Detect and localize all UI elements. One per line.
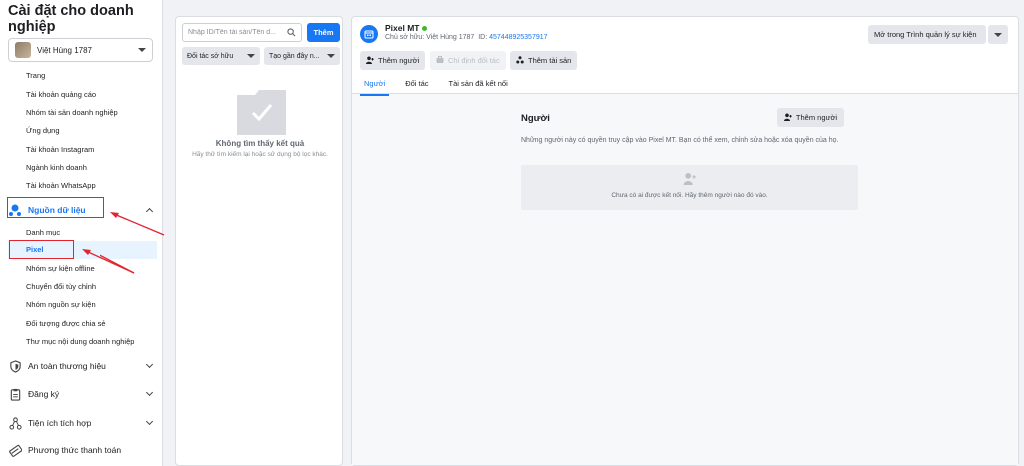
chevron-down-icon [145, 417, 154, 426]
empty-title: Không tìm thấy kết quả [215, 139, 305, 148]
filter-owner-label: Đối tác sở hữu [187, 52, 234, 60]
person-add-icon [783, 113, 792, 123]
caret-down-icon [138, 48, 146, 52]
add-assets-button[interactable]: Thêm tài sản [510, 51, 578, 70]
account-name: Việt Hùng 1787 [37, 45, 93, 55]
clipboard-icon [8, 387, 22, 401]
tab-divider [352, 93, 1018, 94]
search-icon [287, 24, 296, 42]
pixel-detail-panel: Pixel MT Chủ sở hữu: Việt Hùng 1787 ID: … [351, 16, 1019, 466]
sidebar-section-integrations[interactable]: Tiện ích tích hợp [8, 414, 156, 432]
payment-methods-label: Phương thức thanh toán [28, 445, 122, 455]
sidebar-item-business-content-folders[interactable]: Thư mục nội dung doanh nghiệp [26, 337, 134, 346]
open-events-manager-label: Mở trong Trình quản lý sự kiện [874, 30, 977, 39]
people-description: Những người này có quyền truy cập vào Pi… [521, 137, 839, 144]
empty-description: Hãy thử tìm kiếm lại hoặc sử dụng bộ lọc… [192, 151, 328, 158]
sidebar-item-shared-audiences[interactable]: Đối tượng được chia sẻ [26, 319, 106, 328]
add-people-label: Thêm người [378, 56, 420, 65]
annotation-box-data-sources [7, 197, 104, 218]
sidebar-item-instagram[interactable]: Tài khoản Instagram [26, 145, 94, 154]
filter-owner-dropdown[interactable]: Đối tác sở hữu [182, 47, 260, 65]
empty-folder-icon [237, 90, 286, 135]
pixel-id-label: ID: [478, 34, 488, 41]
registrations-label: Đăng ký [28, 389, 60, 399]
add-button[interactable]: Thêm [307, 23, 340, 42]
asset-list-panel: Nhập ID/Tên tài sản/Tên d... Thêm Đối tá… [175, 16, 343, 466]
chevron-down-icon [145, 388, 154, 397]
assign-partner-label: Chỉ định đối tác [448, 56, 500, 65]
search-input[interactable]: Nhập ID/Tên tài sản/Tên d... [182, 23, 302, 42]
add-assets-label: Thêm tài sản [528, 56, 572, 65]
avatar [15, 42, 31, 58]
pixel-name: Pixel MT [385, 23, 428, 33]
add-people-button[interactable]: Thêm người [360, 51, 426, 70]
filter-sort-dropdown[interactable]: Tạo gần đây n... [264, 47, 340, 65]
assets-icon [516, 55, 524, 66]
search-placeholder: Nhập ID/Tên tài sản/Tên d... [188, 29, 276, 36]
person-placeholder-icon [683, 173, 696, 185]
sidebar-section-payment-methods[interactable]: Phương thức thanh toán [8, 441, 156, 459]
people-section-title: Người [521, 113, 550, 124]
sidebar-item-event-source-groups[interactable]: Nhóm nguồn sự kiện [26, 300, 96, 309]
assign-partner-button[interactable]: Chỉ định đối tác [430, 51, 506, 70]
sidebar-section-registrations[interactable]: Đăng ký [8, 385, 156, 403]
sidebar-item-apps[interactable]: Ứng dụng [26, 126, 60, 135]
integrations-icon [8, 416, 22, 430]
more-options-dropdown[interactable] [988, 25, 1008, 44]
integrations-label: Tiện ích tích hợp [28, 418, 92, 428]
annotation-arrow-pixel [82, 249, 135, 274]
annotation-box-pixel [9, 240, 74, 259]
caret-down-icon [247, 54, 255, 58]
people-empty-message: Chưa có ai được kết nối. Hãy thêm người … [611, 192, 768, 199]
pixel-subtitle: Chủ sở hữu: Việt Hùng 1787 ID: 457448925… [385, 34, 548, 41]
people-add-label: Thêm người [795, 113, 838, 122]
pixel-id[interactable]: 457448925357917 [489, 34, 547, 41]
filter-sort-label: Tạo gần đây n... [269, 52, 320, 60]
caret-down-icon [327, 54, 335, 58]
people-empty-box: Chưa có ai được kết nối. Hãy thêm người … [521, 165, 858, 210]
account-switcher[interactable]: Việt Hùng 1787 [8, 38, 153, 62]
caret-down-icon [994, 32, 1002, 37]
sidebar-item-business-asset-groups[interactable]: Nhóm tài sản doanh nghiệp [26, 108, 118, 117]
pixel-icon [360, 25, 378, 43]
person-add-icon [366, 56, 374, 66]
sidebar-item-catalogs[interactable]: Danh mục [26, 228, 60, 237]
content-area [352, 94, 1018, 465]
sidebar-section-brand-safety[interactable]: An toàn thương hiệu [8, 357, 156, 375]
sidebar-item-ad-accounts[interactable]: Tài khoản quảng cáo [26, 90, 96, 99]
sidebar-title: Cài đặt cho doanh nghiệp [8, 3, 134, 35]
pixel-owner: Chủ sở hữu: Việt Hùng 1787 [385, 34, 475, 41]
shield-icon [8, 359, 22, 373]
chevron-down-icon [145, 360, 154, 369]
sidebar-item-custom-conversions[interactable]: Chuyển đổi tùy chỉnh [26, 282, 96, 291]
sidebar-item-pages[interactable]: Trang [26, 71, 45, 80]
status-dot [422, 25, 428, 31]
briefcase-icon [436, 55, 444, 66]
brand-safety-label: An toàn thương hiệu [28, 361, 106, 371]
open-events-manager-button[interactable]: Mở trong Trình quản lý sự kiện [868, 25, 986, 44]
payment-icon [8, 443, 22, 457]
sidebar-item-business-type[interactable]: Ngành kinh doanh [26, 163, 87, 172]
pixel-name-text: Pixel MT [385, 23, 420, 33]
people-add-button[interactable]: Thêm người [777, 108, 844, 127]
sidebar-item-whatsapp[interactable]: Tài khoản WhatsApp [26, 181, 96, 190]
